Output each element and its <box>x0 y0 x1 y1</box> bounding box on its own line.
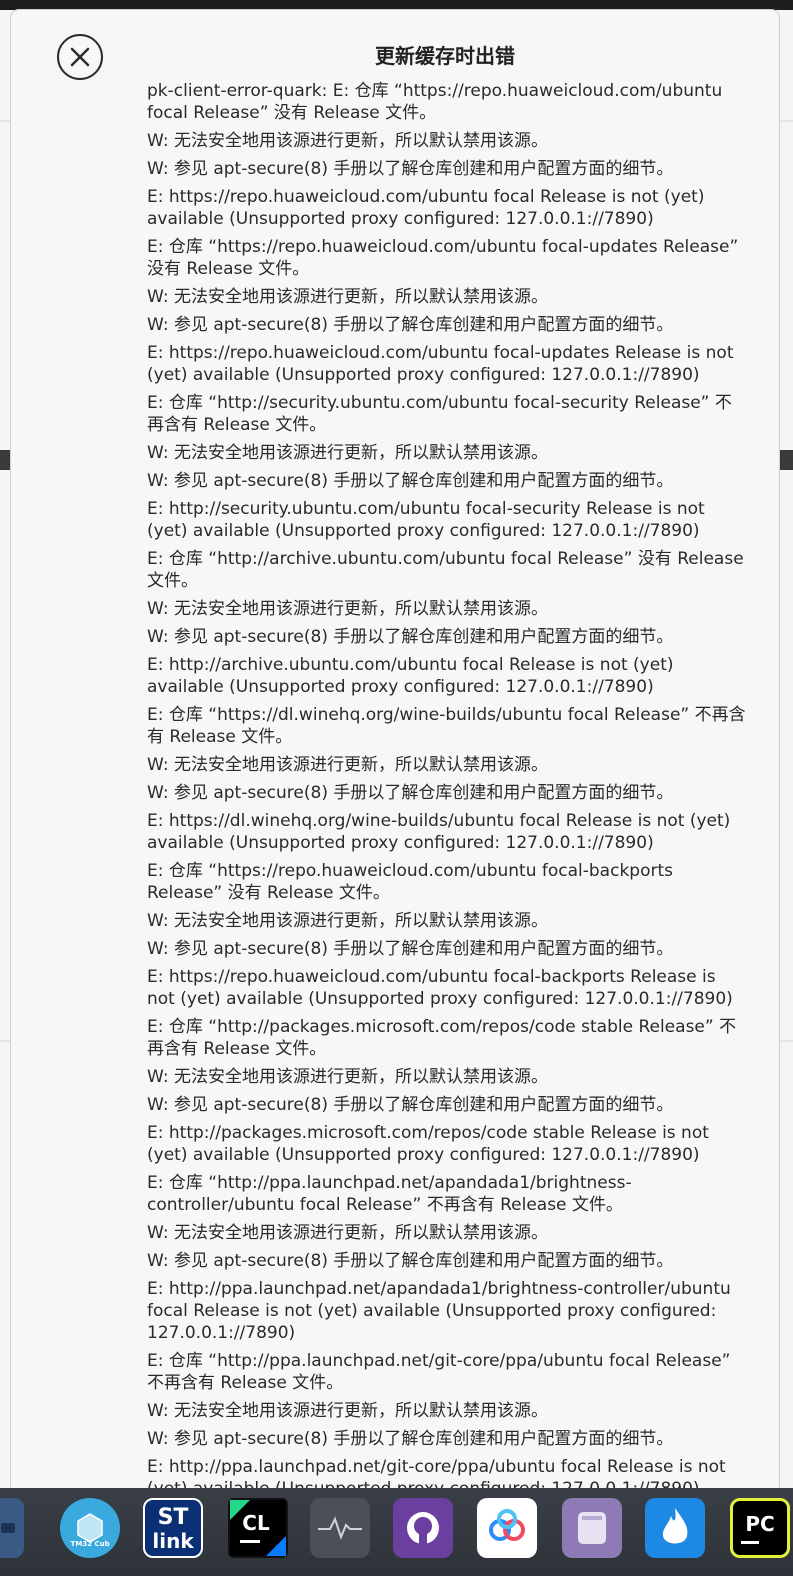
error-message: W: 无法安全地用该源进行更新，所以默认禁用该源。 <box>147 443 548 463</box>
dock-baidu-netdisk[interactable] <box>477 1498 537 1558</box>
svg-text:ST: ST <box>158 1505 189 1530</box>
stlink-icon: ST link <box>152 1505 194 1553</box>
app-icon <box>1 1523 15 1533</box>
error-message: W: 参见 apt-secure(8) 手册以了解仓库创建和用户配置方面的细节。 <box>147 159 674 179</box>
github-icon <box>407 1512 439 1544</box>
dialog-title: 更新缓存时出错 <box>375 44 515 68</box>
svg-text:CL: CL <box>242 1511 270 1535</box>
error-message: W: 无法安全地用该源进行更新，所以默认禁用该源。 <box>147 1067 548 1087</box>
error-message: W: 参见 apt-secure(8) 手册以了解仓库创建和用户配置方面的细节。 <box>147 315 674 335</box>
dock-github[interactable] <box>393 1498 453 1558</box>
error-message: W: 参见 apt-secure(8) 手册以了解仓库创建和用户配置方面的细节。 <box>147 939 674 959</box>
error-message: E: http://archive.ubuntu.com/ubuntu foca… <box>147 655 674 697</box>
error-message: W: 无法安全地用该源进行更新，所以默认禁用该源。 <box>147 131 548 151</box>
baidu-netdisk-icon <box>489 1509 525 1541</box>
error-message-list: pk-client-error-quark: E: 仓库 “https://re… <box>147 80 747 1506</box>
dock-pycharm[interactable]: PC <box>730 1498 790 1558</box>
motrix-icon <box>578 1512 606 1544</box>
system-monitor-icon <box>318 1516 362 1540</box>
error-message: W: 参见 apt-secure(8) 手册以了解仓库创建和用户配置方面的细节。 <box>147 1429 674 1449</box>
dock-clion[interactable]: CL <box>228 1498 288 1558</box>
error-message: E: https://repo.huaweicloud.com/ubuntu f… <box>147 187 705 229</box>
dock-flame-app[interactable] <box>645 1498 705 1558</box>
error-message: W: 无法安全地用该源进行更新，所以默认禁用该源。 <box>147 1401 548 1421</box>
svg-text:STM32 Cube: STM32 Cube <box>70 1540 110 1548</box>
error-message: E: 仓库 “https://repo.huaweicloud.com/ubun… <box>147 237 739 279</box>
svg-text:PC: PC <box>745 1512 774 1536</box>
error-message: E: 仓库 “http://ppa.launchpad.net/apandada… <box>147 1173 632 1215</box>
flame-icon <box>662 1508 688 1544</box>
svg-text:link: link <box>152 1529 194 1553</box>
error-message: W: 参见 apt-secure(8) 手册以了解仓库创建和用户配置方面的细节。 <box>147 783 674 803</box>
error-message: E: http://ppa.launchpad.net/apandada1/br… <box>147 1279 731 1343</box>
error-message: E: 仓库 “http://ppa.launchpad.net/git-core… <box>147 1351 731 1393</box>
dock-stm32cube[interactable]: STM32 Cube <box>60 1498 120 1558</box>
error-message: E: 仓库 “https://repo.huaweicloud.com/ubun… <box>147 861 673 903</box>
error-message: W: 参见 apt-secure(8) 手册以了解仓库创建和用户配置方面的细节。 <box>147 1095 674 1115</box>
error-message: W: 无法安全地用该源进行更新，所以默认禁用该源。 <box>147 911 548 931</box>
error-message: E: https://repo.huaweicloud.com/ubuntu f… <box>147 343 734 385</box>
error-message: W: 参见 apt-secure(8) 手册以了解仓库创建和用户配置方面的细节。 <box>147 627 674 647</box>
dock-system-monitor[interactable] <box>310 1498 370 1558</box>
error-message: W: 无法安全地用该源进行更新，所以默认禁用该源。 <box>147 755 548 775</box>
pycharm-icon: PC <box>741 1512 775 1544</box>
error-message: W: 参见 apt-secure(8) 手册以了解仓库创建和用户配置方面的细节。 <box>147 1251 674 1271</box>
dock-app-icon[interactable] <box>0 1498 24 1558</box>
error-message: E: 仓库 “https://dl.winehq.org/wine-builds… <box>147 705 746 747</box>
error-message: E: 仓库 “http://archive.ubuntu.com/ubuntu … <box>147 549 744 591</box>
dock-motrix[interactable] <box>562 1498 622 1558</box>
error-message: E: https://repo.huaweicloud.com/ubuntu f… <box>147 967 733 1009</box>
error-message: E: https://dl.winehq.org/wine-builds/ubu… <box>147 811 731 853</box>
error-message: E: http://packages.microsoft.com/repos/c… <box>147 1123 709 1165</box>
error-message: W: 参见 apt-secure(8) 手册以了解仓库创建和用户配置方面的细节。 <box>147 471 674 491</box>
error-message: pk-client-error-quark: E: 仓库 “https://re… <box>147 81 723 123</box>
error-message: W: 无法安全地用该源进行更新，所以默认禁用该源。 <box>147 1223 548 1243</box>
error-message: E: 仓库 “http://security.ubuntu.com/ubuntu… <box>147 393 732 435</box>
error-message: W: 无法安全地用该源进行更新，所以默认禁用该源。 <box>147 599 548 619</box>
clion-icon: CL <box>230 1500 286 1556</box>
top-bar <box>0 0 793 10</box>
error-message: W: 无法安全地用该源进行更新，所以默认禁用该源。 <box>147 287 548 307</box>
error-message: E: 仓库 “http://packages.microsoft.com/rep… <box>147 1017 737 1059</box>
stm32cube-icon: STM32 Cube <box>70 1513 110 1548</box>
error-message: E: http://security.ubuntu.com/ubuntu foc… <box>147 499 705 541</box>
dock-stlink[interactable]: ST link <box>143 1498 203 1558</box>
dock: STM32 Cube ST link CL <box>0 1488 793 1576</box>
error-dialog: 更新缓存时出错 pk-client-error-quark: E: 仓库 “ht… <box>11 10 779 1510</box>
